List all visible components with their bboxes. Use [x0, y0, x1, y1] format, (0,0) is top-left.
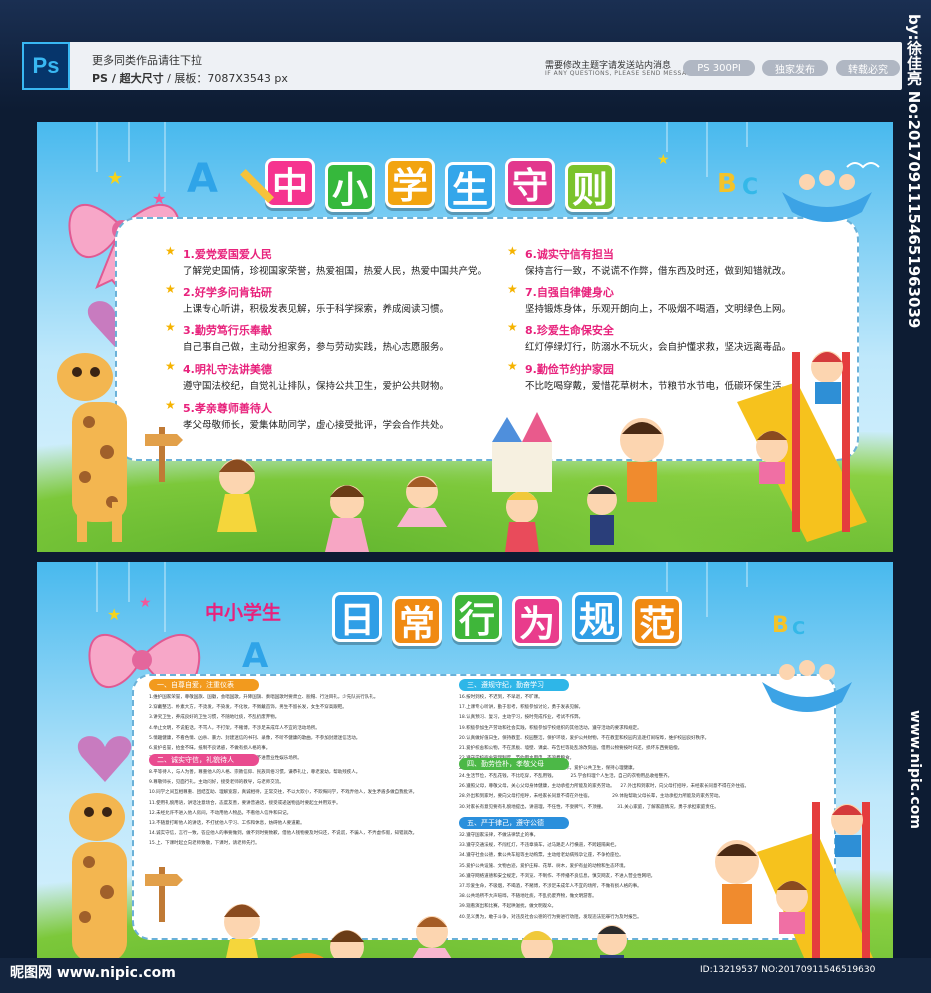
site-watermark: www.nipic.com — [907, 710, 923, 829]
giraffe-icon — [57, 353, 127, 542]
badge-exclusive: 独家发布 — [762, 60, 828, 76]
image-id-text: ID:13219537 NO:20170911546519630 — [700, 965, 876, 975]
more-works-text: 更多同类作品请往下拉 — [92, 54, 202, 67]
castle-icon — [492, 412, 552, 492]
board2-characters — [69, 660, 877, 990]
format-prefix: PS / 超大尺寸 — [92, 72, 164, 85]
format-suffix: / 展板：7087X3543 px — [163, 72, 288, 85]
photoshop-logo-icon: Ps — [22, 42, 70, 90]
pencil-icon — [240, 169, 274, 203]
badge-ps-300: PS 300PI — [683, 60, 755, 76]
kid-sliding-icon — [776, 881, 808, 934]
format-text: PS / 超大尺寸 / 展板：7087X3543 px — [92, 70, 288, 86]
board-student-rules: ★ ★ ★ A B C 中 小 学 生 守 则 ★ 1.爱党爱国爱人民 了解党史… — [37, 122, 893, 552]
edit-note-en: IF ANY QUESTIONS, PLEASE SEND MESSAGE — [545, 70, 696, 77]
kid-jumprope-icon — [505, 491, 539, 552]
giraffe-icon — [69, 793, 127, 962]
kid-shouting-icon — [620, 418, 664, 502]
kid-sliding-icon — [756, 431, 788, 484]
badge-copyright: 转载必究 — [836, 60, 900, 76]
board1-characters — [57, 162, 880, 552]
kid-ballerina-icon — [397, 476, 447, 527]
signpost-icon — [145, 427, 183, 482]
signpost-icon — [145, 867, 183, 922]
kid-top-slide-icon — [831, 804, 863, 857]
author-watermark: by:徐佳亮 No:20170911154651963039 — [905, 14, 923, 329]
kid-girl-icon — [217, 459, 257, 532]
boat-kids-icon — [762, 660, 852, 712]
nipic-logo[interactable]: 昵图网 www.nipic.com — [10, 962, 176, 982]
boat-kids-icon — [782, 170, 872, 222]
kid-top-slide-icon — [811, 351, 843, 404]
kid-girl-icon — [325, 485, 369, 552]
board-daily-behavior: ★ ★ A B C 中小学生 日 常 行 为 规 范 一、自尊自爱，注重仪表 1… — [37, 562, 893, 990]
kid-shouting-icon — [715, 840, 759, 924]
kid-boy-icon — [587, 485, 617, 545]
bird-icon — [846, 162, 880, 169]
